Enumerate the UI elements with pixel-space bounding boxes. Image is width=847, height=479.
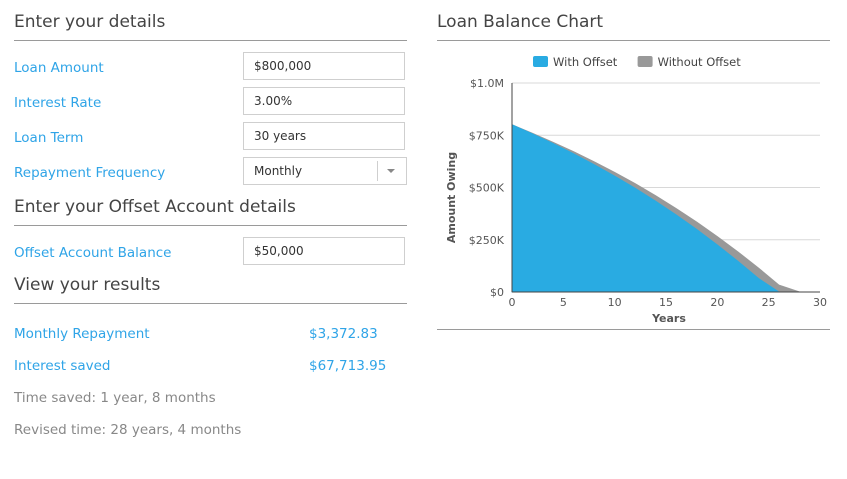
- area-with-offset: [511, 124, 803, 293]
- legend-swatch: [637, 56, 653, 67]
- y-tick-label: $750K: [469, 129, 505, 142]
- dropdown-toggle[interactable]: [377, 161, 406, 181]
- details-heading: Enter your details: [14, 0, 407, 41]
- chevron-down-icon: [387, 169, 395, 173]
- loan-amount-row: Loan Amount: [14, 51, 407, 86]
- interest-rate-row: Interest Rate: [14, 86, 407, 121]
- time-saved-text: Time saved: 1 year, 8 months: [14, 390, 216, 406]
- repayment-frequency-row: Repayment Frequency Monthly: [14, 156, 407, 191]
- calculator-panel: Enter your details Loan Amount Interest …: [14, 0, 407, 448]
- x-tick-label: 25: [762, 296, 776, 309]
- x-axis-label: Years: [651, 312, 686, 325]
- chart-panel: Loan Balance Chart $0 $250K $500K $750K $1.0…: [437, 0, 830, 330]
- legend-swatch: [533, 56, 548, 67]
- offset-balance-row: Offset Account Balance: [14, 236, 407, 271]
- offset-balance-input[interactable]: [243, 237, 405, 265]
- chart-heading: Loan Balance Chart: [437, 0, 830, 41]
- interest-rate-input[interactable]: [243, 87, 405, 115]
- repayment-frequency-label: Repayment Frequency: [14, 165, 166, 181]
- x-tick-label: 10: [608, 296, 622, 309]
- revised-time-row: Revised time: 28 years, 4 months: [14, 416, 407, 448]
- loan-term-row: Loan Term: [14, 121, 407, 156]
- repayment-frequency-value: Monthly: [254, 164, 303, 178]
- loan-term-input[interactable]: [243, 122, 405, 150]
- time-saved-row: Time saved: 1 year, 8 months: [14, 384, 407, 416]
- x-tick-label: 5: [560, 296, 567, 309]
- x-tick-label: 30: [813, 296, 827, 309]
- y-tick-label: $500K: [469, 182, 505, 195]
- monthly-repayment-label: Monthly Repayment: [14, 326, 150, 342]
- interest-saved-value: $67,713.95: [309, 358, 387, 374]
- loan-term-label: Loan Term: [14, 130, 84, 146]
- x-tick-label: 20: [710, 296, 724, 309]
- x-tick-label: 15: [659, 296, 673, 309]
- x-tick-label: 0: [509, 296, 516, 309]
- interest-rate-label: Interest Rate: [14, 95, 102, 111]
- interest-saved-label: Interest saved: [14, 358, 111, 374]
- interest-saved-row: Interest saved $67,713.95: [14, 352, 407, 384]
- y-tick-label: $1.0M: [470, 77, 504, 90]
- loan-balance-chart: $0 $250K $500K $750K $1.0M 0 5 10 15 20 25 30 Years A…: [437, 43, 830, 330]
- offset-balance-label: Offset Account Balance: [14, 245, 172, 261]
- results-heading: View your results: [14, 271, 407, 304]
- y-tick-label: $250K: [469, 234, 505, 247]
- offset-heading: Enter your Offset Account details: [14, 191, 407, 226]
- repayment-frequency-select[interactable]: Monthly: [243, 157, 407, 185]
- y-tick-label: $0: [490, 286, 504, 299]
- y-axis-label: Amount Owing: [445, 152, 458, 243]
- monthly-repayment-row: Monthly Repayment $3,372.83: [14, 320, 407, 352]
- loan-amount-label: Loan Amount: [14, 60, 104, 76]
- chart-svg: $0 $250K $500K $750K $1.0M 0 5 10 15 20 25 30 Years A…: [445, 55, 827, 325]
- legend-label: With Offset: [553, 55, 618, 69]
- loan-amount-input[interactable]: [243, 52, 405, 80]
- legend-label: Without Offset: [658, 55, 742, 69]
- revised-time-text: Revised time: 28 years, 4 months: [14, 422, 242, 438]
- monthly-repayment-value: $3,372.83: [309, 326, 378, 342]
